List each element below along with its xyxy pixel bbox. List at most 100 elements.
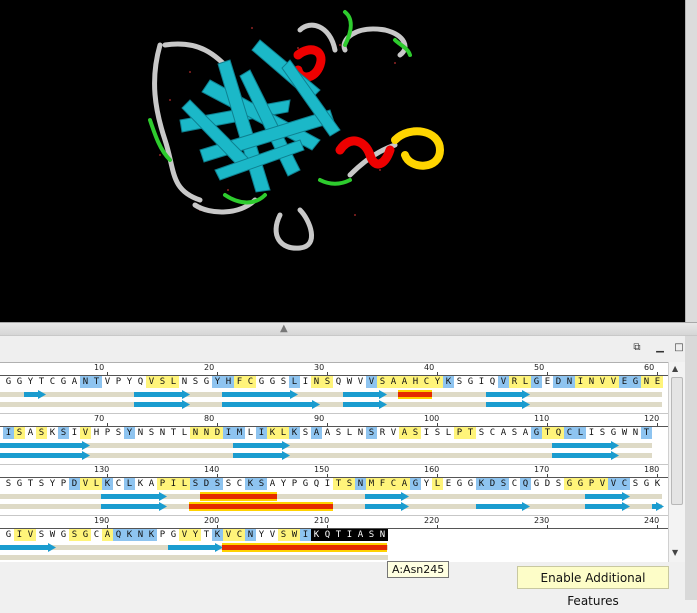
residue[interactable]: E — [443, 478, 454, 490]
residue[interactable]: S — [190, 478, 201, 490]
residue[interactable]: Q — [487, 376, 498, 388]
residue[interactable]: Q — [322, 529, 333, 541]
residue[interactable]: A — [520, 427, 531, 439]
restore-icon[interactable]: ⧉ — [631, 342, 643, 354]
residue[interactable]: S — [432, 427, 443, 439]
residue[interactable]: A — [388, 376, 399, 388]
residue[interactable]: G — [80, 529, 91, 541]
beta-strand-arrow[interactable] — [222, 390, 298, 399]
residue[interactable]: S — [223, 478, 234, 490]
residue[interactable]: V — [80, 478, 91, 490]
residue[interactable]: N — [377, 529, 388, 541]
beta-strand-arrow[interactable] — [486, 390, 530, 399]
residue[interactable]: S — [476, 427, 487, 439]
residue[interactable]: V — [597, 376, 608, 388]
panel-splitter[interactable]: ▲ — [0, 322, 697, 336]
residue[interactable]: T — [168, 427, 179, 439]
beta-strand-arrow[interactable] — [476, 502, 530, 511]
residue[interactable]: I — [300, 529, 311, 541]
residue[interactable]: N — [630, 427, 641, 439]
residue[interactable]: V — [25, 529, 36, 541]
residue[interactable]: I — [421, 427, 432, 439]
residue[interactable]: I — [344, 529, 355, 541]
residue[interactable]: K — [311, 529, 322, 541]
residue[interactable]: K — [289, 427, 300, 439]
residue[interactable]: V — [223, 529, 234, 541]
residue[interactable]: L — [344, 427, 355, 439]
residue[interactable]: S — [454, 376, 465, 388]
residue[interactable]: M — [234, 427, 245, 439]
residue[interactable]: G — [14, 478, 25, 490]
residue[interactable]: C — [245, 376, 256, 388]
residue[interactable]: Q — [553, 427, 564, 439]
residue[interactable]: S — [14, 427, 25, 439]
residue[interactable]: A — [311, 427, 322, 439]
residue[interactable]: Y — [421, 478, 432, 490]
residue[interactable]: N — [179, 376, 190, 388]
residue[interactable]: K — [135, 478, 146, 490]
residue[interactable]: T — [333, 529, 344, 541]
residue[interactable]: Y — [25, 376, 36, 388]
beta-strand-arrow[interactable] — [0, 543, 56, 552]
residue[interactable]: I — [575, 376, 586, 388]
residue[interactable]: S — [157, 376, 168, 388]
residue[interactable]: C — [113, 478, 124, 490]
residue[interactable]: G — [58, 529, 69, 541]
residue[interactable]: G — [531, 478, 542, 490]
residue[interactable]: K — [476, 478, 487, 490]
residue[interactable]: S — [113, 427, 124, 439]
residue[interactable]: G — [630, 376, 641, 388]
scroll-up-icon[interactable]: ▲ — [672, 364, 678, 373]
residue[interactable]: A — [355, 529, 366, 541]
residue[interactable]: N — [135, 427, 146, 439]
residue[interactable]: H — [223, 376, 234, 388]
residue[interactable]: K — [267, 427, 278, 439]
residue[interactable]: W — [619, 427, 630, 439]
residue[interactable]: S — [553, 478, 564, 490]
residue[interactable]: Y — [432, 376, 443, 388]
residue[interactable]: S — [333, 427, 344, 439]
residue[interactable]: G — [454, 478, 465, 490]
residue[interactable]: P — [454, 427, 465, 439]
residue[interactable]: A — [69, 376, 80, 388]
scroll-down-icon[interactable]: ▼ — [672, 548, 678, 557]
residue[interactable]: N — [311, 376, 322, 388]
residue[interactable]: C — [91, 529, 102, 541]
residue[interactable]: L — [443, 427, 454, 439]
residue[interactable]: G — [531, 427, 542, 439]
scrollbar-thumb[interactable] — [671, 377, 683, 505]
residue[interactable]: G — [465, 376, 476, 388]
residue[interactable]: C — [234, 478, 245, 490]
residue[interactable]: W — [289, 529, 300, 541]
residue[interactable]: E — [619, 376, 630, 388]
beta-strand-arrow[interactable] — [134, 400, 190, 409]
helix-bar[interactable] — [222, 543, 387, 552]
residue[interactable]: V — [597, 478, 608, 490]
residue[interactable]: N — [135, 529, 146, 541]
maximize-icon[interactable]: □ — [673, 342, 685, 354]
residue[interactable]: L — [432, 478, 443, 490]
residue[interactable]: H — [91, 427, 102, 439]
residue[interactable]: S — [212, 478, 223, 490]
residue[interactable]: C — [619, 478, 630, 490]
beta-strand-arrow[interactable] — [168, 543, 223, 552]
residue[interactable]: N — [355, 427, 366, 439]
beta-strand-arrow[interactable] — [486, 400, 530, 409]
residue[interactable]: Y — [278, 478, 289, 490]
residue[interactable]: D — [69, 478, 80, 490]
residue[interactable]: I — [476, 376, 487, 388]
residue[interactable]: A — [498, 427, 509, 439]
residue[interactable]: D — [201, 478, 212, 490]
residue[interactable]: G — [564, 478, 575, 490]
residue[interactable]: C — [564, 427, 575, 439]
residue[interactable]: Q — [520, 478, 531, 490]
residue[interactable]: G — [641, 478, 652, 490]
residue[interactable]: Y — [190, 529, 201, 541]
residue[interactable]: G — [531, 376, 542, 388]
residue[interactable]: S — [377, 376, 388, 388]
residue[interactable]: L — [289, 376, 300, 388]
residue[interactable]: E — [652, 376, 663, 388]
residue[interactable]: W — [47, 529, 58, 541]
residue[interactable]: A — [399, 427, 410, 439]
residue[interactable]: I — [14, 529, 25, 541]
